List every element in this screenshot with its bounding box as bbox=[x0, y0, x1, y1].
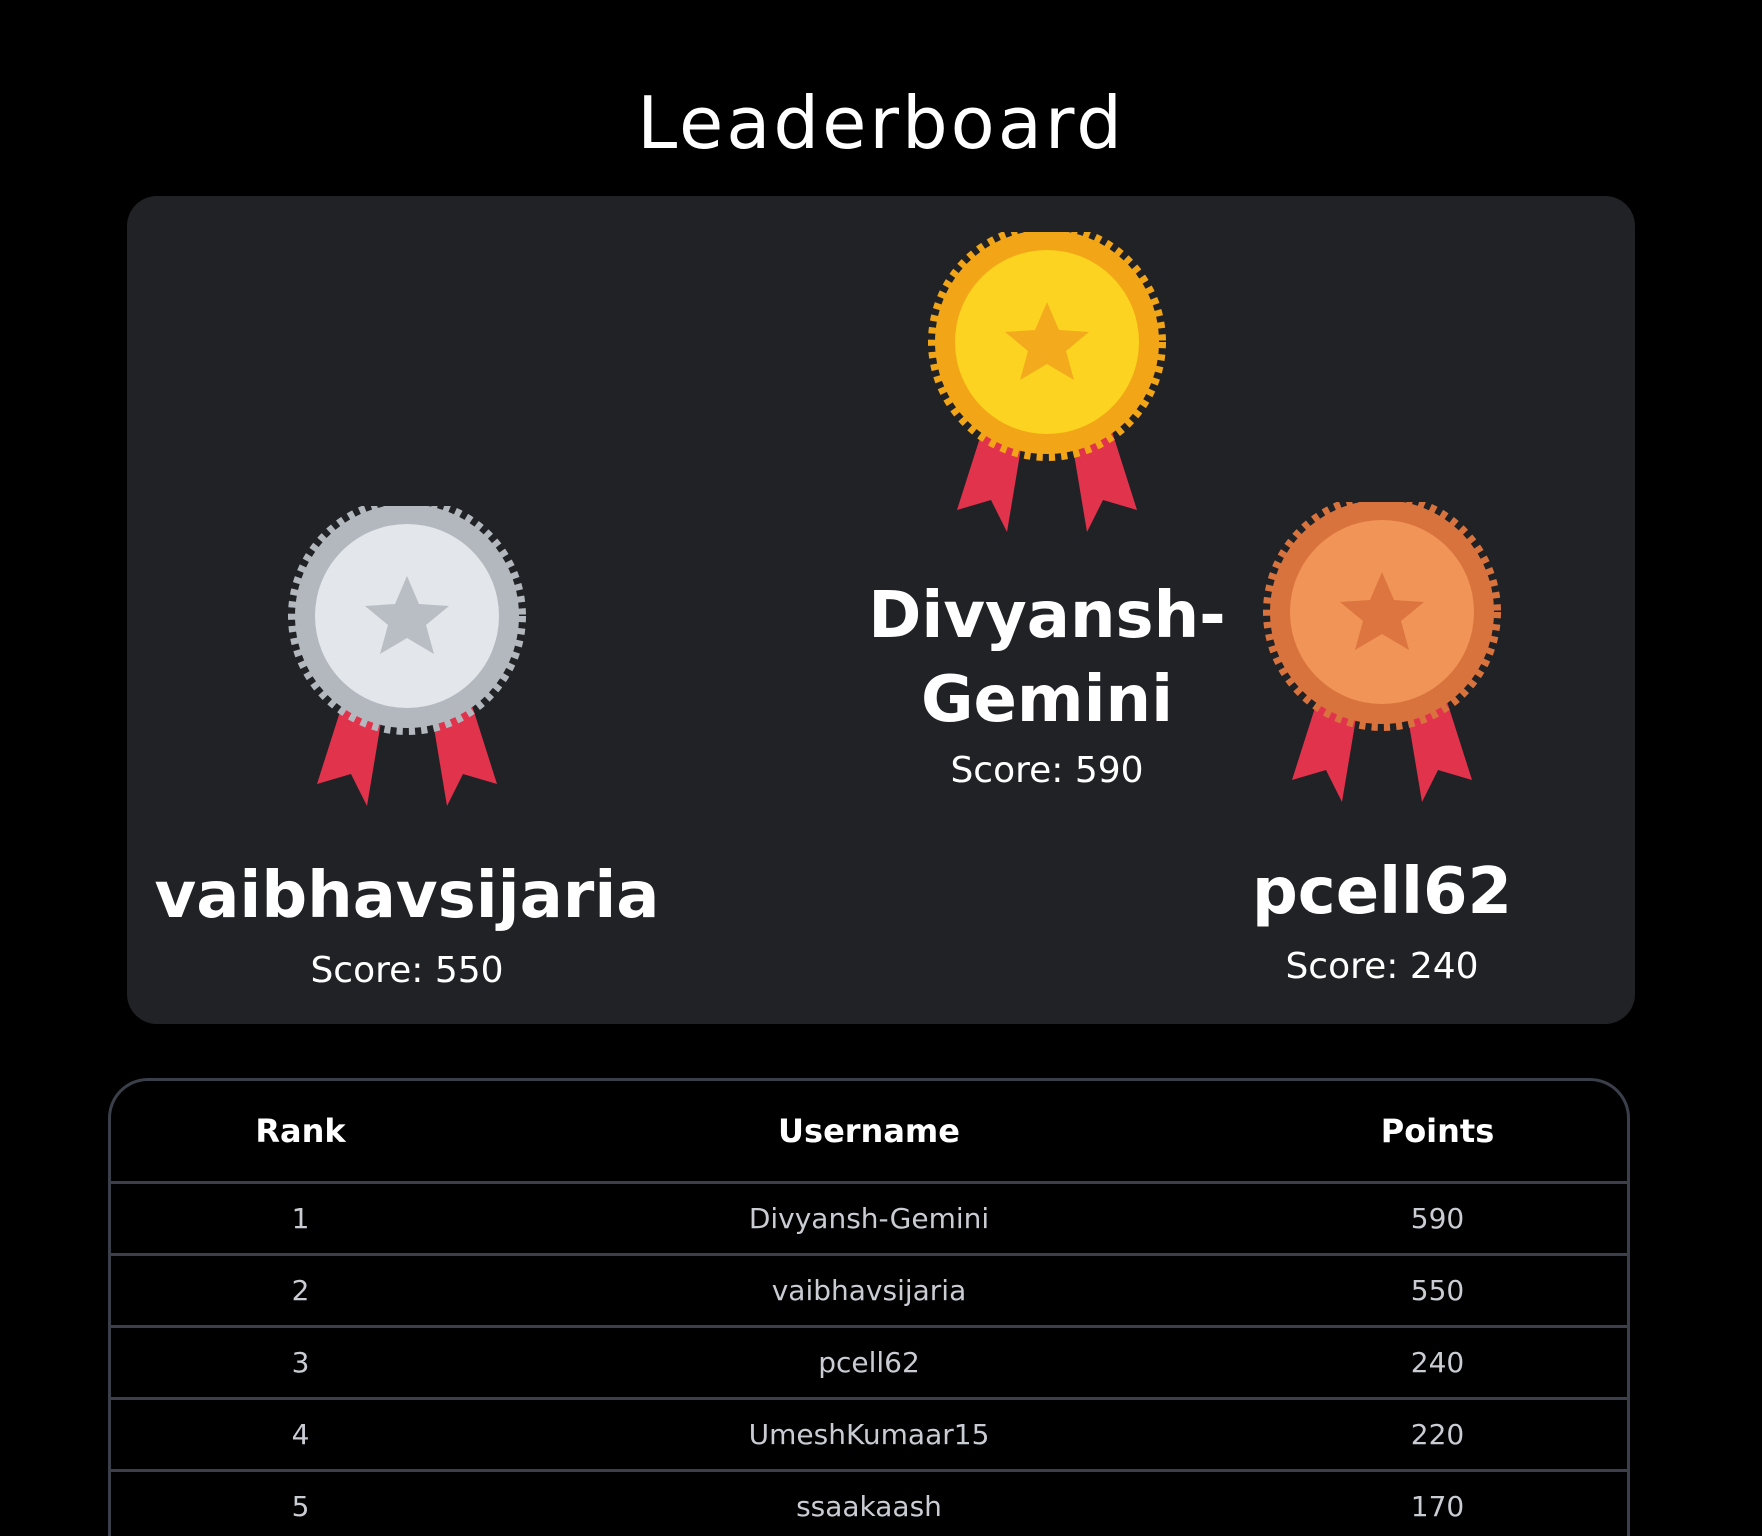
points-cell: 240 bbox=[1248, 1326, 1627, 1400]
page-title: Leaderboard bbox=[637, 81, 1125, 165]
username-cell: pcell62 bbox=[490, 1326, 1248, 1400]
header-username: Username bbox=[490, 1081, 1248, 1184]
points-cell: 220 bbox=[1248, 1398, 1627, 1472]
username-cell: ssaakaash bbox=[490, 1470, 1248, 1536]
winner-score: Score: 550 bbox=[310, 950, 504, 991]
bronze-medal-icon bbox=[1263, 502, 1501, 802]
rank-cell: 2 bbox=[111, 1254, 490, 1328]
winner-name: pcell62 bbox=[1251, 855, 1513, 929]
username-cell: Divyansh-Gemini bbox=[490, 1182, 1248, 1256]
points-cell: 170 bbox=[1248, 1470, 1627, 1536]
podium-third-place: pcell62 Score: 240 bbox=[1127, 502, 1637, 990]
rank-cell: 3 bbox=[111, 1326, 490, 1400]
table-row: 2 vaibhavsijaria 550 bbox=[111, 1254, 1627, 1328]
rank-cell: 5 bbox=[111, 1470, 490, 1536]
points-cell: 590 bbox=[1248, 1182, 1627, 1256]
table-row: 3 pcell62 240 bbox=[111, 1326, 1627, 1400]
leaderboard-page: Leaderboard Divyansh-Gemini Score: 590 v… bbox=[0, 0, 1762, 1536]
username-cell: vaibhavsijaria bbox=[490, 1254, 1248, 1328]
silver-medal-icon bbox=[288, 506, 526, 806]
podium-second-place: vaibhavsijaria Score: 550 bbox=[127, 506, 687, 994]
podium-card: Divyansh-Gemini Score: 590 vaibhavsijari… bbox=[127, 196, 1635, 1024]
rank-cell: 4 bbox=[111, 1398, 490, 1472]
leaderboard-table: Rank Username Points 1 Divyansh-Gemini 5… bbox=[108, 1078, 1630, 1536]
rank-cell: 1 bbox=[111, 1182, 490, 1256]
table-row: 1 Divyansh-Gemini 590 bbox=[111, 1182, 1627, 1256]
table-row: 4 UmeshKumaar15 220 bbox=[111, 1398, 1627, 1472]
winner-score: Score: 240 bbox=[1285, 946, 1479, 987]
username-cell: UmeshKumaar15 bbox=[490, 1398, 1248, 1472]
table-header-row: Rank Username Points bbox=[111, 1081, 1627, 1184]
winner-name: vaibhavsijaria bbox=[154, 859, 660, 933]
points-cell: 550 bbox=[1248, 1254, 1627, 1328]
header-points: Points bbox=[1248, 1081, 1627, 1184]
header-rank: Rank bbox=[111, 1081, 490, 1184]
table-row: 5 ssaakaash 170 bbox=[111, 1470, 1627, 1536]
rankings-table: Rank Username Points 1 Divyansh-Gemini 5… bbox=[111, 1081, 1627, 1536]
gold-medal-icon bbox=[928, 232, 1166, 532]
